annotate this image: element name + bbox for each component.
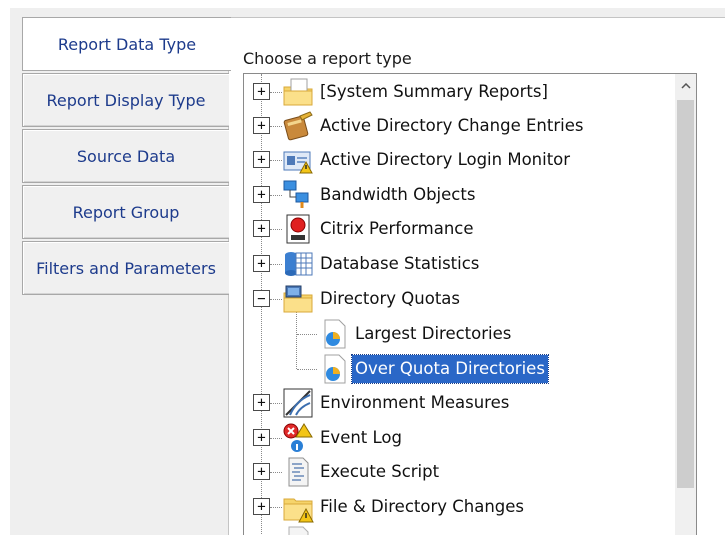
expand-button[interactable]: +: [253, 429, 270, 446]
tree-connector: [270, 507, 282, 508]
folder-warning-icon: [282, 491, 314, 523]
tree-item-label[interactable]: Directory Quotas: [317, 285, 463, 313]
id-card-warning-icon: [282, 144, 314, 176]
tab-filters-and-parameters[interactable]: Filters and Parameters: [22, 241, 229, 295]
tree-connector: [270, 126, 282, 127]
book-pencil-icon: [282, 110, 314, 142]
tab-source-data[interactable]: Source Data: [22, 129, 229, 183]
red-ball-icon: [282, 213, 314, 245]
tree-connector: [270, 438, 282, 439]
expand-button[interactable]: +: [253, 151, 270, 168]
tree-item-label[interactable]: Largest Directories: [352, 320, 514, 348]
expand-button[interactable]: +: [253, 394, 270, 411]
expand-button[interactable]: +: [253, 498, 270, 515]
network-computers-icon: [282, 179, 314, 211]
expand-button[interactable]: +: [253, 463, 270, 480]
tree-connector: [270, 264, 282, 265]
tree-item-label[interactable]: Event Log: [317, 424, 405, 452]
folder-document-icon: [282, 76, 314, 108]
script-icon: [282, 456, 314, 488]
tree-connector: [270, 195, 282, 196]
tree-connector: [270, 472, 282, 473]
pie-report-icon: [319, 353, 351, 385]
tree-item-label[interactable]: Bandwidth Objects: [317, 181, 478, 209]
tree-item-label[interactable]: Citrix Performance: [317, 215, 477, 243]
scroll-up-arrow-icon[interactable]: [675, 74, 696, 98]
tree-item-label[interactable]: Active Directory Change Entries: [317, 112, 586, 140]
expand-button[interactable]: +: [253, 255, 270, 272]
choose-report-type-label: Choose a report type: [243, 49, 412, 68]
scrollbar-thumb[interactable]: [677, 100, 694, 488]
tree-connector: [270, 299, 282, 300]
pie-report-icon: [319, 318, 351, 350]
tab-report-data-type[interactable]: Report Data Type: [22, 17, 231, 71]
tree-connector: [297, 334, 317, 335]
folder-monitor-icon: [282, 283, 314, 315]
expand-button[interactable]: +: [253, 117, 270, 134]
expand-button[interactable]: +: [253, 220, 270, 237]
document-icon: [282, 525, 314, 535]
expand-button[interactable]: +: [253, 186, 270, 203]
tree-connector: [270, 229, 282, 230]
tree-connector: [270, 160, 282, 161]
event-log-icon: [282, 422, 314, 454]
tree-connector: [270, 92, 282, 93]
tree-item-label[interactable]: Database Statistics: [317, 250, 482, 278]
report-type-tree[interactable]: + [System Summary Reports] + Active Dire…: [243, 73, 697, 535]
collapse-button[interactable]: −: [253, 290, 270, 307]
tree-item-label[interactable]: Execute Script: [317, 458, 442, 486]
tab-report-group[interactable]: Report Group: [22, 185, 229, 239]
tree-connector: [297, 369, 317, 370]
tree-item-label[interactable]: File & Directory Changes: [317, 493, 527, 521]
tree-connector: [270, 403, 282, 404]
tree-child-line: [296, 309, 297, 369]
tab-report-display-type[interactable]: Report Display Type: [22, 73, 229, 127]
signal-waves-icon: [282, 387, 314, 419]
vertical-scrollbar[interactable]: [675, 74, 696, 535]
tree-item-label[interactable]: Environment Measures: [317, 389, 512, 417]
tree-item-label-selected[interactable]: Over Quota Directories: [351, 354, 549, 384]
tree-item-label[interactable]: [System Summary Reports]: [317, 78, 551, 106]
tree-item-label[interactable]: Active Directory Login Monitor: [317, 146, 573, 174]
expand-button[interactable]: +: [253, 83, 270, 100]
database-grid-icon: [282, 248, 314, 280]
